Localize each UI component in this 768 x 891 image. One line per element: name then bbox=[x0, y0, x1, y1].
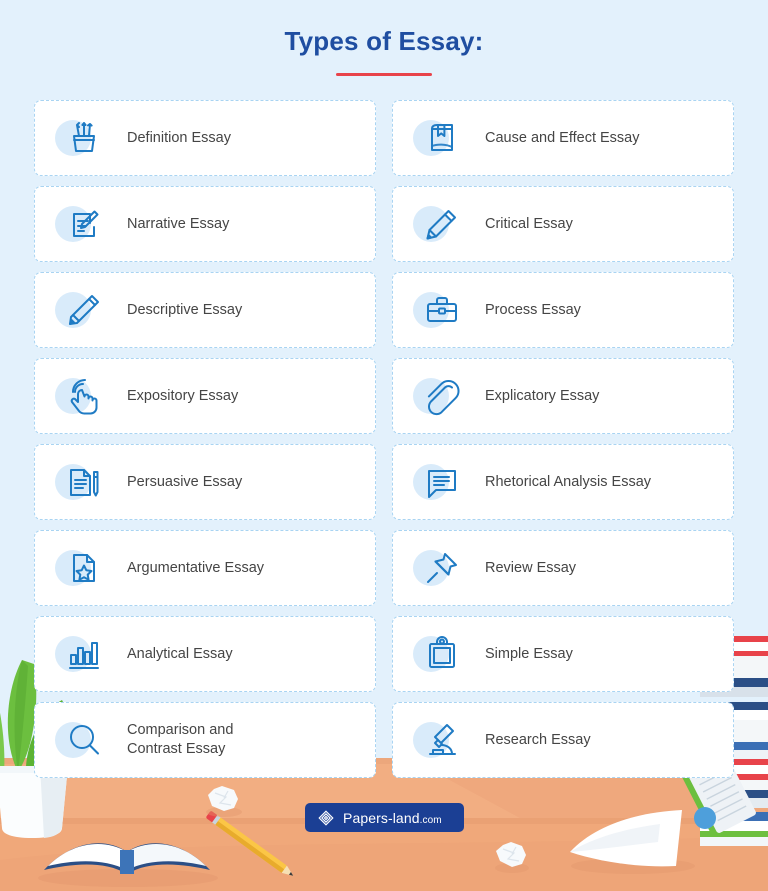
bookmarked-book-icon bbox=[411, 112, 473, 164]
brand-logo[interactable]: Papers-land.com bbox=[305, 803, 464, 832]
star-document-icon bbox=[53, 542, 115, 594]
speech-bubble-icon bbox=[411, 456, 473, 508]
essay-card-argumentative[interactable]: Argumentative Essay bbox=[34, 530, 376, 606]
pencil-icon bbox=[206, 811, 294, 876]
open-book-icon bbox=[38, 843, 218, 887]
essay-card-comparison-and-contrast[interactable]: Comparison and Contrast Essay bbox=[34, 702, 376, 778]
document-pen-icon bbox=[53, 456, 115, 508]
essay-card-simple[interactable]: Simple Essay bbox=[392, 616, 734, 692]
paper-sheet-icon bbox=[570, 810, 695, 874]
essay-card-label: Process Essay bbox=[485, 301, 581, 318]
pen-icon bbox=[53, 284, 115, 336]
crumpled-paper-icon bbox=[495, 842, 529, 873]
essay-card-label: Simple Essay bbox=[485, 645, 573, 662]
essay-card-label: Analytical Essay bbox=[127, 645, 233, 662]
essay-card-cause-and-effect[interactable]: Cause and Effect Essay bbox=[392, 100, 734, 176]
essay-card-descriptive[interactable]: Descriptive Essay bbox=[34, 272, 376, 348]
essay-card-label: Narrative Essay bbox=[127, 215, 230, 232]
clipboard-icon bbox=[411, 628, 473, 680]
essay-card-narrative[interactable]: Narrative Essay bbox=[34, 186, 376, 262]
crumpled-paper-icon bbox=[206, 786, 242, 817]
essay-card-label: Cause and Effect Essay bbox=[485, 129, 640, 146]
essay-card-critical[interactable]: Critical Essay bbox=[392, 186, 734, 262]
essay-card-label: Research Essay bbox=[485, 731, 591, 748]
essay-card-label: Expository Essay bbox=[127, 387, 239, 404]
essay-card-label: Descriptive Essay bbox=[127, 301, 243, 318]
essay-card-process[interactable]: Process Essay bbox=[392, 272, 734, 348]
microscope-icon bbox=[411, 714, 473, 766]
essay-card-label: Rhetorical Analysis Essay bbox=[485, 473, 652, 490]
essay-card-rhetorical-analysis[interactable]: Rhetorical Analysis Essay bbox=[392, 444, 734, 520]
essay-types-grid: Definition Essay Cause and Effect Essay bbox=[34, 100, 734, 778]
pushpin-icon bbox=[411, 542, 473, 594]
essay-card-label: Comparison and Contrast Essay bbox=[127, 722, 234, 757]
note-pencil-icon bbox=[53, 198, 115, 250]
title-underline bbox=[336, 73, 432, 76]
essay-card-explicatory[interactable]: Explicatory Essay bbox=[392, 358, 734, 434]
essay-card-label: Review Essay bbox=[485, 559, 577, 576]
essay-card-review[interactable]: Review Essay bbox=[392, 530, 734, 606]
brand-logo-text: Papers-land.com bbox=[343, 810, 442, 826]
pencil-cup-icon bbox=[53, 112, 115, 164]
pencil-icon bbox=[411, 198, 473, 250]
page-title: Types of Essay: bbox=[284, 26, 484, 56]
essay-card-label: Critical Essay bbox=[485, 215, 573, 232]
essay-card-persuasive[interactable]: Persuasive Essay bbox=[34, 444, 376, 520]
essay-card-label: Definition Essay bbox=[127, 129, 231, 146]
bar-chart-icon bbox=[53, 628, 115, 680]
essay-card-label: Persuasive Essay bbox=[127, 473, 243, 490]
papers-land-logo-icon bbox=[318, 809, 334, 826]
essay-card-label: Argumentative Essay bbox=[127, 559, 265, 576]
header: Types of Essay: bbox=[0, 0, 768, 76]
briefcase-icon bbox=[411, 284, 473, 336]
essay-card-research[interactable]: Research Essay bbox=[392, 702, 734, 778]
essay-card-expository[interactable]: Expository Essay bbox=[34, 358, 376, 434]
hand-tap-icon bbox=[53, 370, 115, 422]
magnifier-icon bbox=[53, 714, 115, 766]
essay-card-analytical[interactable]: Analytical Essay bbox=[34, 616, 376, 692]
essay-card-definition[interactable]: Definition Essay bbox=[34, 100, 376, 176]
brand-tld: .com bbox=[419, 814, 442, 826]
paperclip-icon bbox=[411, 370, 473, 422]
essay-card-label: Explicatory Essay bbox=[485, 387, 600, 404]
brand-name: Papers-land bbox=[343, 809, 420, 826]
